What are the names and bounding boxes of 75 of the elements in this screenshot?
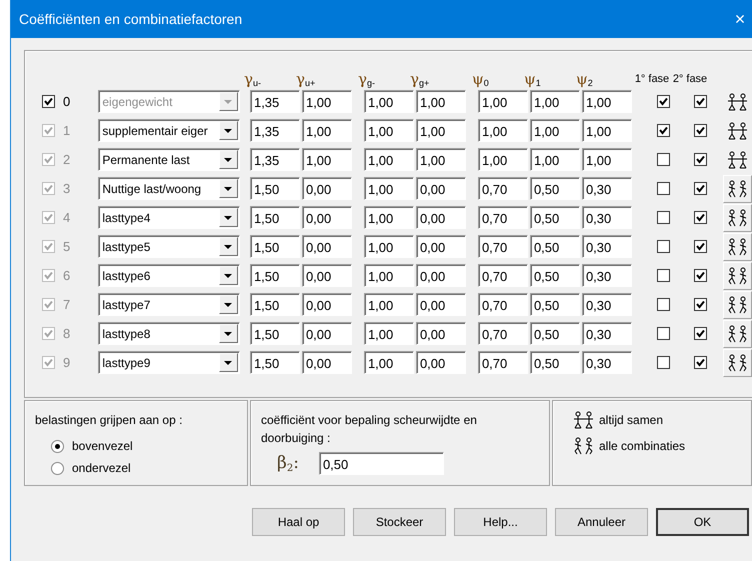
radio-button[interactable]	[51, 462, 64, 474]
combination-button[interactable]	[723, 174, 752, 202]
column-header: 2° fase	[672, 72, 708, 86]
walking-figures-icon	[573, 437, 595, 455]
walking-figures-icon	[726, 208, 749, 226]
combination-button[interactable]	[723, 348, 752, 376]
row-number: 5	[62, 238, 72, 256]
combination-button[interactable]	[723, 262, 752, 290]
caret-icon	[218, 179, 238, 198]
value-field[interactable]: 1,00	[416, 90, 466, 113]
value-field[interactable]: 1,00	[364, 90, 414, 113]
radio-button[interactable]	[51, 440, 64, 452]
combination-button[interactable]	[723, 204, 752, 232]
checkbox[interactable]	[656, 95, 670, 108]
row-number: 6	[62, 266, 72, 285]
linked-figures-icon	[573, 411, 595, 429]
column-header: γ$_{u+}$	[295, 72, 316, 87]
caret-icon	[218, 266, 238, 285]
combination-button[interactable]	[723, 232, 752, 260]
column-header: γ$_{g-}$	[357, 72, 376, 87]
legend-label: altijd samen	[599, 412, 664, 429]
option-label: bovenvezel	[72, 438, 133, 455]
caret-icon	[218, 150, 238, 169]
walking-figures-icon	[726, 266, 749, 284]
dialog-button[interactable]: Annuleer	[555, 508, 648, 536]
row-number: 4	[62, 208, 72, 227]
linked-figures-icon[interactable]	[726, 92, 749, 110]
row-number: 2	[62, 150, 72, 169]
row-number: 3	[62, 180, 72, 198]
option-label: ondervezel	[72, 460, 131, 477]
checkbox[interactable]	[694, 95, 708, 108]
caret-icon	[218, 121, 238, 140]
column-header: γ$_{g+}$	[409, 72, 430, 87]
value-field[interactable]: 1,35	[250, 90, 300, 113]
walking-figures-icon	[726, 324, 749, 342]
checkbox[interactable]	[42, 95, 55, 108]
linked-figures-icon[interactable]	[726, 122, 749, 140]
dialog-button[interactable]: Haal op	[252, 508, 345, 536]
value-field[interactable]: 1,00	[582, 90, 632, 113]
linked-figures-icon[interactable]	[726, 150, 749, 168]
row-number: 7	[62, 296, 72, 314]
column-header: ψ$_{1}$	[523, 72, 542, 87]
walking-figures-icon	[726, 354, 749, 372]
caret-icon	[218, 353, 238, 372]
row-number: 9	[62, 354, 72, 372]
row-number: 8	[62, 324, 72, 343]
window-title: Coëfficiënten en combinatiefactoren	[19, 10, 242, 28]
value-field[interactable]: 1,00	[530, 90, 580, 113]
column-header: ψ$_{0}$	[471, 72, 490, 87]
field-label: coëfficiënt voor bepaling scheurwijdte en doorbuiging :	[261, 412, 478, 447]
walking-figures-icon	[726, 296, 749, 314]
caret-icon	[218, 324, 238, 343]
value-field[interactable]: 1,00	[478, 90, 528, 113]
group-label: belastingen grijpen aan op :	[35, 412, 184, 429]
value-field[interactable]: 1,00	[302, 90, 352, 113]
caret-icon	[218, 237, 238, 256]
caret-icon	[218, 208, 238, 227]
column-header: γ$_{u-}$	[243, 72, 262, 87]
column-header: 1° fase	[634, 72, 670, 86]
row-number: 1	[62, 122, 72, 140]
caret-icon	[218, 295, 238, 314]
row-number: 0	[62, 92, 72, 111]
close-button[interactable]: ×	[728, 10, 752, 28]
combination-button[interactable]	[723, 290, 752, 318]
dialog-button[interactable]: OK	[656, 508, 749, 536]
caret-icon	[218, 92, 238, 111]
dialog-button[interactable]: Stockeer	[353, 508, 446, 536]
legend-label: alle combinaties	[599, 438, 686, 455]
dialog-button[interactable]: Help...	[454, 508, 547, 536]
symbol-label: β$_{2}$:	[277, 452, 299, 476]
column-header: ψ$_{2}$	[575, 72, 594, 87]
walking-figures-icon	[726, 180, 749, 198]
combination-button[interactable]	[723, 320, 752, 348]
walking-figures-icon	[726, 238, 749, 256]
value-field[interactable]: 0,50	[318, 452, 444, 476]
